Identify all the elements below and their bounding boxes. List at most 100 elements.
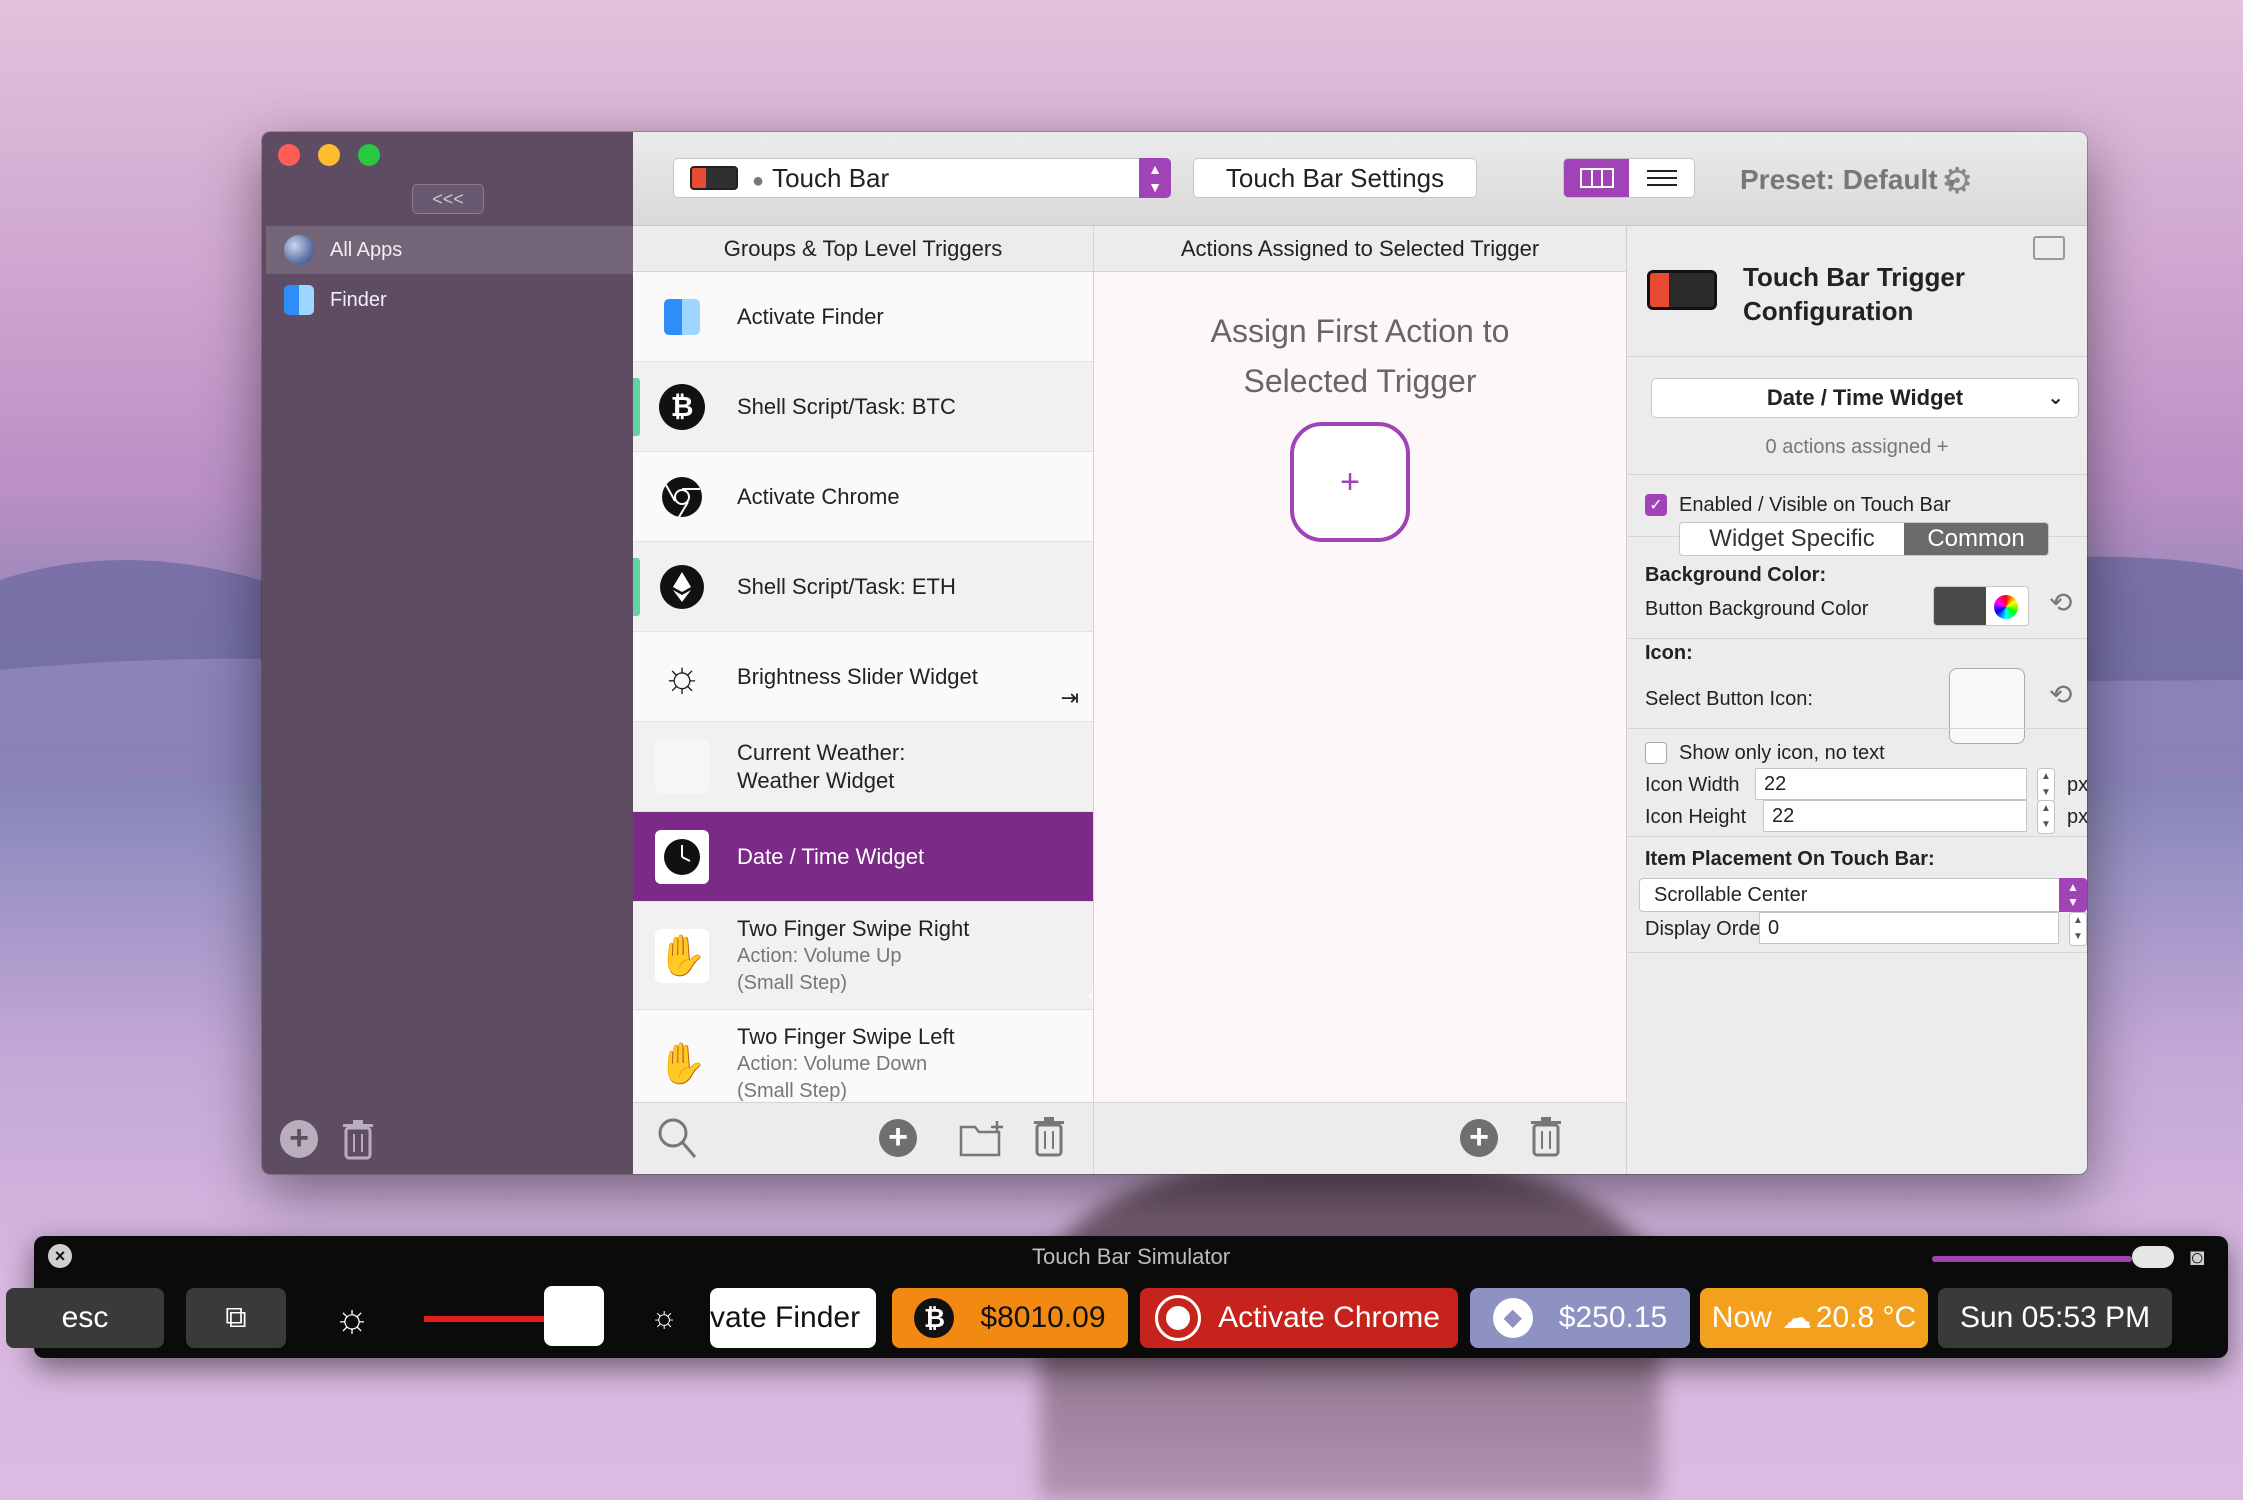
- delete-action-button[interactable]: [1530, 1117, 1562, 1157]
- trigger-row-datetime[interactable]: Date / Time Widget: [633, 812, 1093, 902]
- finder-icon: [284, 285, 314, 315]
- add-action-button[interactable]: +: [1460, 1119, 1498, 1157]
- group-accent: [633, 378, 640, 436]
- tb-brightness-up-button[interactable]: ☼: [634, 1288, 694, 1348]
- trigger-title: Current Weather:: [737, 739, 906, 765]
- trigger-subtitle: Action: Volume Up: [737, 944, 902, 967]
- brightness-icon: ☼: [333, 1295, 371, 1340]
- trigger-row-brightness[interactable]: ☼ Brightness Slider Widget ⇥: [633, 632, 1093, 722]
- column-view-button[interactable]: [1564, 159, 1629, 197]
- add-trigger-button[interactable]: +: [879, 1119, 917, 1157]
- trigger-title-line2: Weather Widget: [737, 767, 895, 793]
- trigger-row-swipe-left[interactable]: ✋ Two Finger Swipe Left Action: Volume D…: [633, 1010, 1093, 1102]
- icon-width-stepper[interactable]: ▲ ▼: [2037, 768, 2055, 802]
- actions-assigned-count[interactable]: 0 actions assigned +: [1627, 436, 2087, 459]
- sidebar-item-label: Finder: [330, 288, 387, 311]
- sidebar: <<< All Apps Finder +: [262, 132, 633, 1174]
- sidebar-item-finder[interactable]: Finder: [266, 276, 633, 324]
- placement-select[interactable]: Scrollable Center ▲ ▼: [1639, 878, 2087, 912]
- bg-color-heading: Background Color:: [1645, 564, 1827, 586]
- list-view-button[interactable]: [1629, 159, 1694, 197]
- tab-widget-specific[interactable]: Widget Specific: [1680, 523, 1904, 555]
- tb-activate-finder-button[interactable]: vate Finder: [710, 1288, 876, 1348]
- tb-datetime-button[interactable]: Sun 05:53 PM: [1938, 1288, 2172, 1348]
- preset-selector[interactable]: Preset: Default ▼: [1740, 164, 1959, 196]
- add-first-action-button[interactable]: +: [1290, 422, 1410, 542]
- display-order-stepper[interactable]: ▲ ▼: [2069, 912, 2087, 946]
- cloud-icon: ☁: [1781, 1301, 1812, 1335]
- tb-weather-button[interactable]: Now ☁ 20.8 °C: [1700, 1288, 1928, 1348]
- trigger-title: Activate Chrome: [737, 483, 900, 509]
- tb-activate-chrome-button[interactable]: Activate Chrome: [1140, 1288, 1458, 1348]
- delete-app-button[interactable]: [342, 1120, 374, 1160]
- enabled-checkbox[interactable]: ✓: [1645, 494, 1667, 516]
- detach-window-icon[interactable]: [2033, 236, 2065, 260]
- icon-heading: Icon:: [1645, 642, 1693, 664]
- touchbar-settings-button[interactable]: Touch Bar Settings: [1193, 158, 1477, 198]
- trigger-row-activate-finder[interactable]: Activate Finder: [633, 272, 1093, 362]
- tb-window-button[interactable]: ⧉: [186, 1288, 286, 1348]
- gear-icon[interactable]: ⚙: [1941, 160, 1973, 202]
- trigger-row-swipe-right[interactable]: ✋ Two Finger Swipe Right Action: Volume …: [633, 902, 1093, 1010]
- trigger-row-weather[interactable]: Current Weather: Weather Widget: [633, 722, 1093, 812]
- tb-brightness-down-button[interactable]: ☼: [310, 1288, 394, 1348]
- minimize-window-button[interactable]: [318, 144, 340, 166]
- trigger-category-select[interactable]: ● Touch Bar ▲ ▼: [673, 158, 1171, 198]
- reset-icon[interactable]: ⟲: [2049, 586, 2072, 619]
- toolbar: ● Touch Bar ▲ ▼ Touch Bar Settings Preset:…: [633, 132, 2087, 226]
- brightness-slider-track[interactable]: [424, 1316, 554, 1322]
- trigger-subtitle: (Small Step): [737, 971, 848, 994]
- icon-height-field[interactable]: 22: [1763, 800, 2027, 832]
- chrome-icon: [1155, 1295, 1202, 1341]
- icon-height-label: Icon Height: [1645, 806, 1747, 828]
- display-order-field[interactable]: 0: [1759, 912, 2059, 944]
- trash-icon: [1034, 1117, 1064, 1157]
- trigger-row-activate-chrome[interactable]: Activate Chrome: [633, 452, 1093, 542]
- tb-btc-button[interactable]: ₿ $8010.09: [892, 1288, 1128, 1348]
- sidebar-item-all-apps[interactable]: All Apps: [266, 226, 633, 274]
- blank-icon: [655, 739, 709, 794]
- add-folder-icon[interactable]: [959, 1119, 1005, 1157]
- chevron-updown-icon: ▲ ▼: [2059, 878, 2087, 912]
- trash-icon: [343, 1120, 373, 1160]
- opacity-slider-knob[interactable]: [2132, 1246, 2174, 1268]
- tb-esc-button[interactable]: esc: [6, 1288, 164, 1348]
- trigger-type-select[interactable]: Date / Time Widget ⌄: [1651, 378, 2079, 418]
- icon-width-field[interactable]: 22: [1755, 768, 2027, 800]
- tb-eth-button[interactable]: ◆ $250.15: [1470, 1288, 1690, 1348]
- delete-trigger-button[interactable]: [1033, 1117, 1065, 1157]
- px-unit: px: [2067, 806, 2087, 828]
- window-controls: [278, 144, 380, 166]
- trigger-row-eth[interactable]: Shell Script/Task: ETH: [633, 542, 1093, 632]
- trigger-title: Shell Script/Task: ETH: [737, 573, 956, 599]
- px-unit: px: [2067, 774, 2087, 796]
- touchbar-icon: [690, 166, 738, 190]
- close-window-button[interactable]: [278, 144, 300, 166]
- finder-icon: [655, 290, 709, 344]
- chevron-down-icon: ⌄: [2047, 387, 2064, 409]
- only-icon-checkbox[interactable]: [1645, 742, 1667, 764]
- trigger-row-btc[interactable]: ₿ Shell Script/Task: BTC: [633, 362, 1093, 452]
- bitcoin-icon: ₿: [914, 1298, 955, 1338]
- zoom-window-button[interactable]: [358, 144, 380, 166]
- hand-icon: ✋: [655, 928, 709, 983]
- collapse-sidebar-button[interactable]: <<<: [412, 184, 484, 214]
- sidebar-item-label: All Apps: [330, 238, 403, 261]
- opacity-slider-track[interactable]: [1932, 1256, 2132, 1262]
- bg-color-well[interactable]: [1933, 586, 2029, 626]
- bitcoin-icon: ₿: [655, 380, 709, 434]
- touchbar-simulator: × Touch Bar Simulator ◙ esc ⧉ ☼ ☼ vate F…: [6, 1236, 2228, 1358]
- search-icon[interactable]: [657, 1117, 697, 1159]
- icon-well[interactable]: [1949, 668, 2025, 744]
- camera-icon[interactable]: ◙: [2190, 1244, 2205, 1272]
- triggers-footer: +: [633, 1102, 1093, 1174]
- placement-heading: Item Placement On Touch Bar:: [1645, 848, 1935, 870]
- ethereum-icon: [655, 560, 709, 614]
- reset-icon[interactable]: ⟲: [2049, 678, 2072, 711]
- add-app-button[interactable]: +: [280, 1120, 318, 1158]
- category-label: Touch Bar: [772, 162, 890, 193]
- tab-common[interactable]: Common: [1904, 523, 2048, 555]
- columns-icon: [1579, 168, 1614, 188]
- brightness-slider-knob[interactable]: [544, 1286, 604, 1346]
- icon-height-stepper[interactable]: ▲ ▼: [2037, 800, 2055, 834]
